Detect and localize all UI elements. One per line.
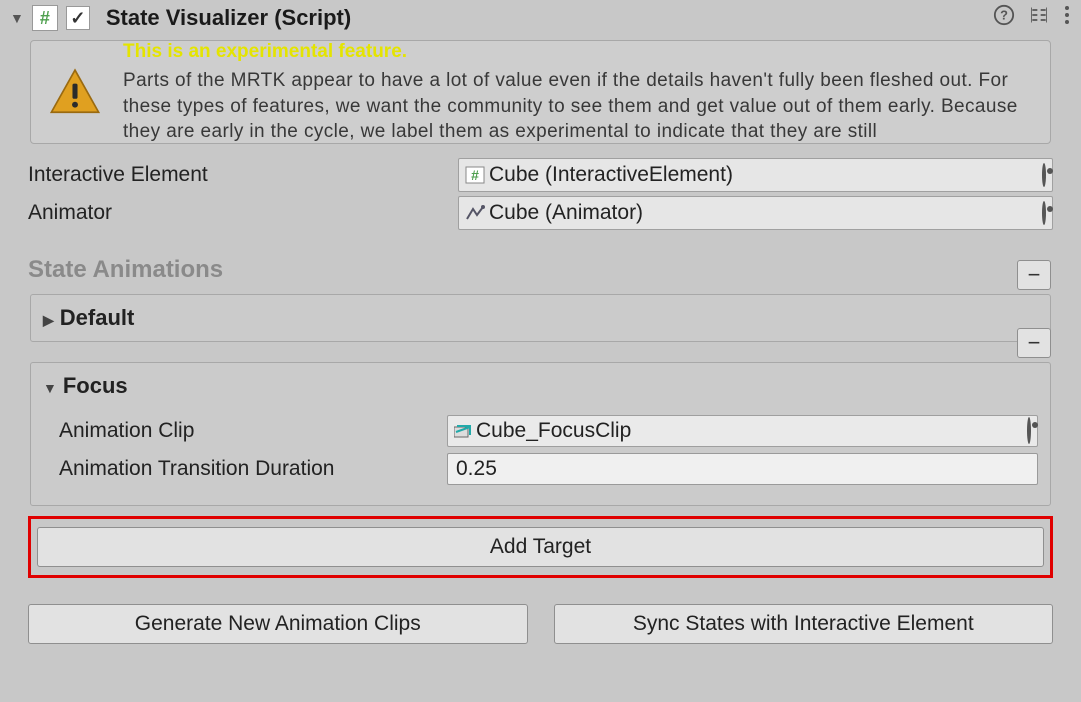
object-picker-icon[interactable] <box>1042 203 1046 224</box>
interactive-element-label: Interactive Element <box>28 163 448 187</box>
object-picker-icon[interactable] <box>1042 165 1046 186</box>
default-foldout-header[interactable]: Default <box>31 295 1050 341</box>
warning-heading: This is an experimental feature. <box>123 40 1036 65</box>
interactive-element-row: Interactive Element # Cube (InteractiveE… <box>0 156 1081 194</box>
animator-field[interactable]: Cube (Animator) <box>458 196 1053 230</box>
animator-row: Animator Cube (Animator) <box>0 194 1081 232</box>
focus-state-name: Focus <box>63 373 128 399</box>
focus-state-block: Focus Animation Clip Cube_FocusClip Anim… <box>30 362 1051 506</box>
warning-body: Parts of the MRTK appear to have a lot o… <box>123 68 1036 144</box>
preset-icon[interactable] <box>1029 5 1049 31</box>
remove-state-button[interactable]: − <box>1017 328 1051 358</box>
component-foldout-toggle[interactable]: ▼ <box>10 10 24 26</box>
svg-text:#: # <box>471 167 479 183</box>
experimental-warning-box: This is an experimental feature. Parts o… <box>30 40 1051 144</box>
state-animations-heading: State Animations <box>0 232 1081 294</box>
animation-clip-value: Cube_FocusClip <box>476 419 631 443</box>
component-header: ▼ # State Visualizer (Script) ? <box>0 0 1081 40</box>
help-icon[interactable]: ? <box>993 4 1015 32</box>
component-title: State Visualizer (Script) <box>106 5 989 31</box>
script-icon: # <box>32 5 58 31</box>
focus-foldout-header[interactable]: Focus <box>31 363 1050 409</box>
chevron-right-icon <box>43 305 54 331</box>
sync-states-button[interactable]: Sync States with Interactive Element <box>554 604 1054 644</box>
generate-clips-button[interactable]: Generate New Animation Clips <box>28 604 528 644</box>
transition-duration-label: Animation Transition Duration <box>59 457 447 481</box>
warning-icon <box>45 65 105 119</box>
remove-state-button[interactable]: − <box>1017 260 1051 290</box>
script-mini-icon: # <box>465 165 485 185</box>
object-picker-icon[interactable] <box>1027 419 1031 443</box>
chevron-down-icon <box>43 373 57 399</box>
default-state-name: Default <box>60 305 135 331</box>
enable-checkbox[interactable] <box>66 6 90 30</box>
transition-duration-input[interactable] <box>447 453 1038 485</box>
menu-icon[interactable] <box>1063 5 1071 31</box>
add-target-button[interactable]: Add Target <box>37 527 1044 567</box>
animator-mini-icon <box>465 203 485 223</box>
default-state-block: Default <box>30 294 1051 342</box>
add-target-highlight: Add Target <box>28 516 1053 578</box>
interactive-element-field[interactable]: # Cube (InteractiveElement) <box>458 158 1053 192</box>
interactive-element-value: Cube (InteractiveElement) <box>489 163 733 187</box>
animator-label: Animator <box>28 201 448 225</box>
animator-value: Cube (Animator) <box>489 201 643 225</box>
animation-clip-label: Animation Clip <box>59 419 447 443</box>
svg-text:?: ? <box>1000 8 1008 23</box>
clip-icon <box>454 423 472 439</box>
animation-clip-field[interactable]: Cube_FocusClip <box>447 415 1038 447</box>
